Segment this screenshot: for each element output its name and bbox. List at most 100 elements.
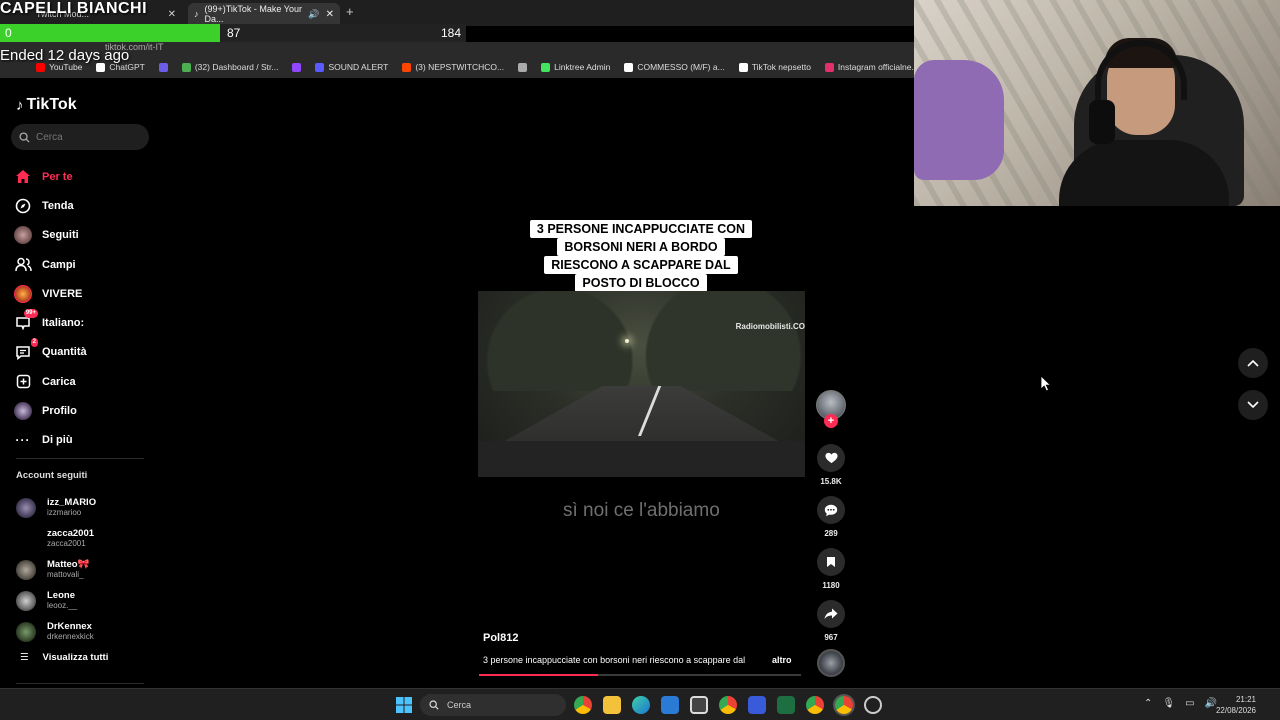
browser-tab-active[interactable]: ♪ (99+)TikTok - Make Your Da... 🔊 ✕: [188, 3, 340, 25]
webcam-feed: [914, 0, 1280, 206]
see-all-accounts-link[interactable]: ☰ Visualizza tutti: [20, 652, 108, 663]
microphone-icon[interactable]: 🎙: [1162, 698, 1175, 709]
chrome-profile-icon[interactable]: [719, 696, 737, 714]
profile-avatar: [14, 402, 32, 421]
stream-ended-text: Ended 12 days ago: [0, 47, 130, 64]
windows-start-icon[interactable]: [396, 697, 412, 713]
sidebar-item-di-piu[interactable]: ··· Di più: [14, 426, 154, 455]
like-count: 15.8K: [820, 477, 842, 486]
followed-account[interactable]: Matteo🎀 mattovali_: [16, 554, 156, 585]
chrome-profile-icon[interactable]: [806, 696, 824, 714]
heart-icon: [824, 452, 838, 464]
taskbar-search[interactable]: Cerca: [420, 694, 566, 716]
chrome-active-icon[interactable]: [835, 696, 853, 714]
bookmark-item[interactable]: TikTok nepsetto: [738, 62, 811, 72]
goal-progress-bar: 0 87 184: [0, 24, 466, 42]
excel-icon[interactable]: [777, 696, 795, 714]
bookmark-item[interactable]: [292, 62, 302, 72]
bookmark-item[interactable]: Linktree Admin: [541, 62, 610, 72]
comment-button[interactable]: 289: [815, 496, 847, 538]
comment-icon: [824, 504, 838, 516]
address-bar[interactable]: tiktok.com/it-IT: [0, 42, 914, 56]
followed-account[interactable]: izz_MARIO izzmarioo: [16, 492, 156, 523]
photos-icon[interactable]: [661, 696, 679, 714]
avatar: [16, 528, 36, 549]
caption-line: 3 PERSONE INCAPPUCCIATE CON: [529, 220, 753, 238]
share-button[interactable]: 967: [815, 600, 847, 642]
save-count: 1180: [822, 581, 840, 590]
tiktok-logo[interactable]: ♪ TikTok: [16, 96, 77, 114]
search-box[interactable]: [11, 124, 149, 150]
video-caption-overlay: 3 PERSONE INCAPPUCCIATE CON BORSONI NERI…: [526, 220, 756, 292]
sidebar-item-campi[interactable]: Campi: [14, 250, 154, 279]
comment-count: 289: [824, 529, 838, 538]
video-player[interactable]: Radiomobilisti.CO: [478, 291, 805, 477]
caption-line: POSTO DI BLOCCO: [575, 274, 707, 292]
system-clock[interactable]: 21:21 22/08/2026: [1216, 694, 1256, 716]
save-button[interactable]: 1180: [815, 548, 847, 590]
bookmark-item[interactable]: COMMESSO (M/F) a...: [624, 62, 725, 72]
video-progress-fill: [479, 674, 599, 676]
bookmark-favicon-icon: [181, 62, 191, 72]
bookmark-favicon-icon: [402, 62, 412, 72]
search-icon: [429, 700, 439, 710]
video-description: 3 persone incappucciate con borsoni neri…: [483, 655, 746, 665]
upload-icon: [14, 373, 32, 391]
bookmark-item[interactable]: SOUND ALERT: [315, 62, 388, 72]
message-icon: 2: [14, 338, 38, 361]
app-icon[interactable]: [748, 696, 766, 714]
sidebar-item-italiano[interactable]: 99+ Italiano:: [14, 308, 154, 337]
bookmarks-bar: YouTube ChatGPT (32) Dashboard / Str... SOU…: [0, 56, 914, 78]
chevron-up-icon: [1247, 359, 1259, 367]
close-icon[interactable]: ✕: [168, 9, 176, 20]
bookmark-item[interactable]: [518, 62, 528, 72]
followed-accounts-list: izz_MARIO izzmarioo zacca2001 zacca2001 Ma…: [16, 492, 156, 647]
store-icon[interactable]: [690, 696, 708, 714]
bookmark-item[interactable]: [158, 62, 168, 72]
mouse-cursor-icon: [1040, 375, 1052, 392]
bookmark-favicon-icon: [292, 62, 302, 72]
bookmark-item[interactable]: Instagram officialne...: [824, 62, 914, 72]
sidebar-item-tenda[interactable]: Tenda: [14, 191, 154, 220]
followed-account[interactable]: zacca2001 zacca2001: [16, 523, 156, 554]
sidebar-item-carica[interactable]: Carica: [14, 367, 154, 396]
sidebar-item-per-te[interactable]: Per te: [14, 162, 154, 191]
followed-account[interactable]: Leone leooz.__: [16, 585, 156, 616]
bookmark-item[interactable]: (3) NEPSTWITCHCO...: [402, 62, 504, 72]
users-icon: [14, 256, 32, 274]
clock-time: 21:21: [1235, 695, 1256, 704]
sidebar-item-quantita[interactable]: 2 Quantità: [14, 338, 154, 367]
share-count: 967: [824, 633, 838, 642]
stream-overlay-title: CAPELLI BIANCHI: [0, 0, 148, 17]
chrome-icon[interactable]: [574, 696, 592, 714]
settings-icon[interactable]: [864, 696, 882, 714]
edge-icon[interactable]: [632, 696, 650, 714]
speaker-icon[interactable]: 🔊: [308, 9, 319, 20]
followed-account[interactable]: DrKennex drkennexkick: [16, 616, 156, 647]
video-author[interactable]: Pol812: [483, 632, 518, 644]
avatar: [16, 621, 36, 642]
car-dashboard: [478, 441, 805, 477]
sidebar-item-vivere[interactable]: VIVERE: [14, 279, 154, 308]
tab-label: (99+)TikTok - Make Your Da...: [204, 4, 302, 24]
video-progress-bar[interactable]: [479, 674, 801, 676]
like-button[interactable]: 15.8K: [815, 444, 847, 486]
bookmark-item[interactable]: (32) Dashboard / Str...: [181, 62, 278, 72]
new-tab-button[interactable]: +: [346, 4, 354, 19]
network-icon[interactable]: ▭: [1185, 698, 1194, 709]
file-explorer-icon[interactable]: [603, 696, 621, 714]
sidebar-item-profilo[interactable]: Profilo: [14, 396, 154, 425]
tiktok-favicon-icon: ♪: [194, 9, 199, 19]
sidebar-item-seguiti[interactable]: Seguiti: [14, 221, 154, 250]
close-icon[interactable]: ✕: [326, 9, 334, 20]
next-video-button[interactable]: [1238, 390, 1268, 420]
more-link[interactable]: altro: [772, 655, 792, 665]
bookmark-favicon-icon: [824, 62, 834, 72]
live-avatar: [14, 284, 32, 303]
previous-video-button[interactable]: [1238, 348, 1268, 378]
follow-button[interactable]: +: [824, 414, 838, 428]
search-input[interactable]: [36, 131, 136, 143]
music-disc-icon[interactable]: [817, 649, 845, 677]
clock-date: 22/08/2026: [1215, 706, 1256, 715]
chevron-up-icon[interactable]: ⌃: [1144, 698, 1152, 709]
